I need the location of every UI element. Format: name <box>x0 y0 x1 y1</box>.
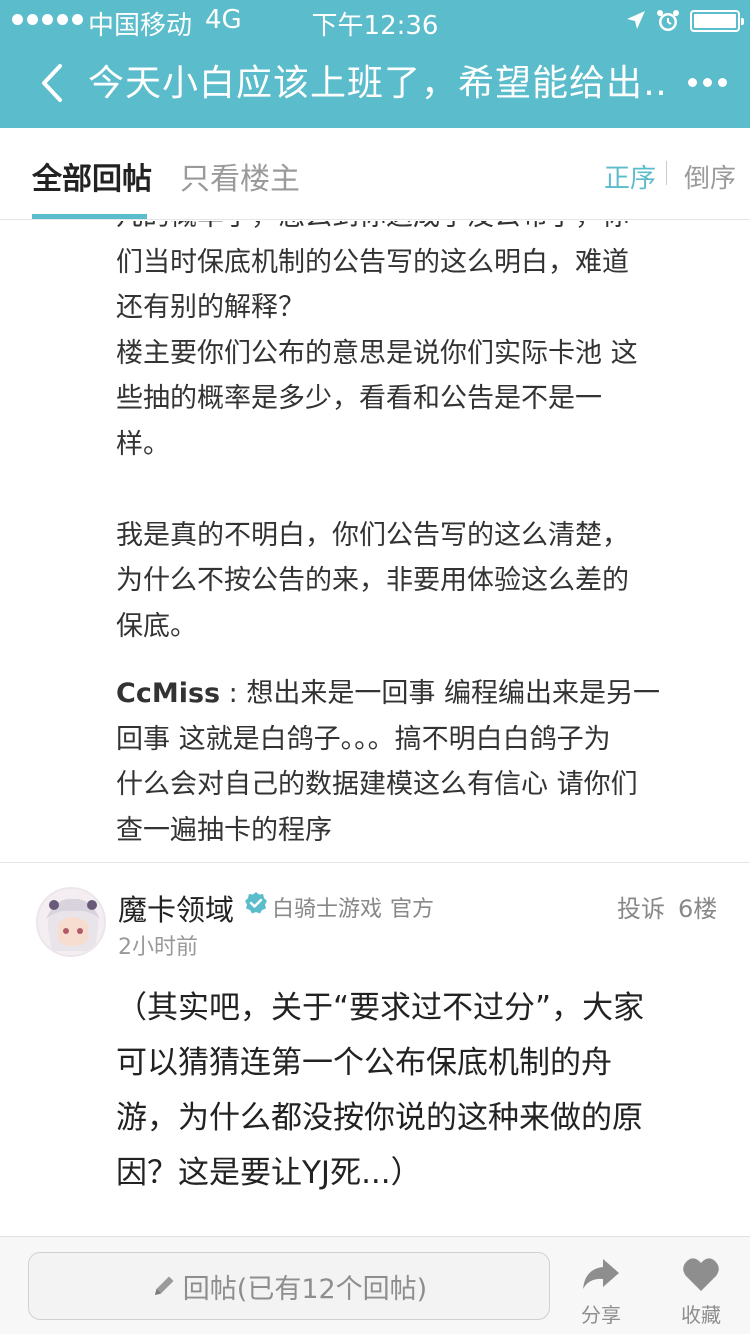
post-line: 可以猜猜连第一个公布保底机制的舟 <box>116 1045 612 1081</box>
reply-input-placeholder: 回帖(已有12个回帖) <box>182 1273 428 1305</box>
avatar[interactable] <box>36 887 106 957</box>
sub-reply-separator: : <box>220 678 247 709</box>
bottom-bar: 回帖(已有12个回帖) 分享 收藏 <box>0 1236 750 1334</box>
share-button[interactable]: 分享 <box>566 1247 636 1329</box>
tab-owner-only[interactable]: 只看楼主 <box>180 154 300 198</box>
reply-line: 为什么不按公告的来，非要用体验这么差的 <box>116 565 629 596</box>
tab-all-replies[interactable]: 全部回帖 <box>32 154 152 198</box>
app-header: 中国移动 4G 下午12:36 今天小白应该上班了，希望能给出… <box>0 0 750 128</box>
more-icon[interactable] <box>688 78 727 87</box>
location-icon <box>627 11 645 29</box>
sub-reply-line: 回事 这就是白鸽子。。。搞不明白白鸽子为 <box>116 723 611 755</box>
sort-divider <box>666 161 667 185</box>
sub-reply-line: 什么会对自己的数据建模这么有信心 请你们 <box>116 769 638 800</box>
thread-content: 几的概率了，怎么到你这成了没公布了，你 们当时保底机制的公告写的这么明白，难道 … <box>0 221 750 1236</box>
reply-line: 些抽的概率是多少，看看和公告是不是一 <box>116 383 602 414</box>
reply-block: 几的概率了，怎么到你这成了没公布了，你 们当时保底机制的公告写的这么明白，难道 … <box>116 221 726 853</box>
verified-icon <box>245 892 267 914</box>
reply-line: 样。 <box>116 428 170 460</box>
report-button[interactable]: 投诉 <box>617 889 665 924</box>
sort-descending-button[interactable]: 倒序 <box>684 158 736 195</box>
favorite-button[interactable]: 收藏 <box>666 1247 736 1329</box>
post-body: （其实吧，关于“要求过不过分”，大家 可以猜猜连第一个公布保底机制的舟 游，为什… <box>116 981 726 1201</box>
reply-line: 保底。 <box>116 610 197 642</box>
alarm-icon <box>657 10 679 31</box>
pencil-icon <box>154 1276 174 1295</box>
heart-icon <box>683 1258 719 1291</box>
back-arrow-icon[interactable] <box>36 62 72 104</box>
post-time: 2小时前 <box>118 935 198 960</box>
reply-line: 我是真的不明白，你们公告写的这么清楚， <box>116 519 629 551</box>
status-bar: 中国移动 4G 下午12:36 <box>0 0 750 41</box>
reply-line: 几的概率了，怎么到你这成了没公布了，你 <box>116 221 726 240</box>
share-icon <box>583 1259 619 1289</box>
sub-reply-line: 查一遍抽卡的程序 <box>116 814 332 846</box>
sub-reply-first-line: CcMiss : 想出来是一回事 编程编出来是另一 <box>116 671 726 717</box>
post-line: 游，为什么都没按你说的这种来做的原 <box>116 1100 643 1136</box>
reply-line: 还有别的解释？ <box>116 292 305 323</box>
active-tab-indicator <box>32 214 147 219</box>
favorite-label: 收藏 <box>681 1303 721 1327</box>
thread-page: 中国移动 4G 下午12:36 今天小白应该上班了，希望能给出… 全部回帖 只看… <box>0 0 750 1334</box>
official-badge: 官方 <box>390 897 435 922</box>
post-divider <box>0 862 750 863</box>
post-username[interactable]: 魔卡领域 <box>118 887 234 929</box>
avatar-image <box>38 889 104 955</box>
reply-line: 楼主要你们公布的意思是说你们实际卡池 这 <box>116 337 638 369</box>
sub-reply-text: 想出来是一回事 编程编出来是另一 <box>246 678 660 709</box>
share-label: 分享 <box>581 1303 621 1327</box>
tab-bar: 全部回帖 只看楼主 正序 倒序 <box>0 128 750 220</box>
floor-number: 6楼 <box>678 895 718 923</box>
sort-ascending-button[interactable]: 正序 <box>604 158 656 195</box>
reply-input[interactable]: 回帖(已有12个回帖) <box>28 1252 550 1320</box>
post-line: 因？这是要让YJ死...） <box>116 1155 422 1191</box>
page-title: 今天小白应该上班了，希望能给出… <box>88 63 668 104</box>
post-org: 白骑士游戏 <box>272 897 383 922</box>
sub-reply-author[interactable]: CcMiss <box>116 678 220 709</box>
battery-icon <box>690 10 744 32</box>
post-line: （其实吧，关于“要求过不过分”，大家 <box>116 990 645 1026</box>
reply-line: 们当时保底机制的公告写的这么明白，难道 <box>116 246 629 278</box>
